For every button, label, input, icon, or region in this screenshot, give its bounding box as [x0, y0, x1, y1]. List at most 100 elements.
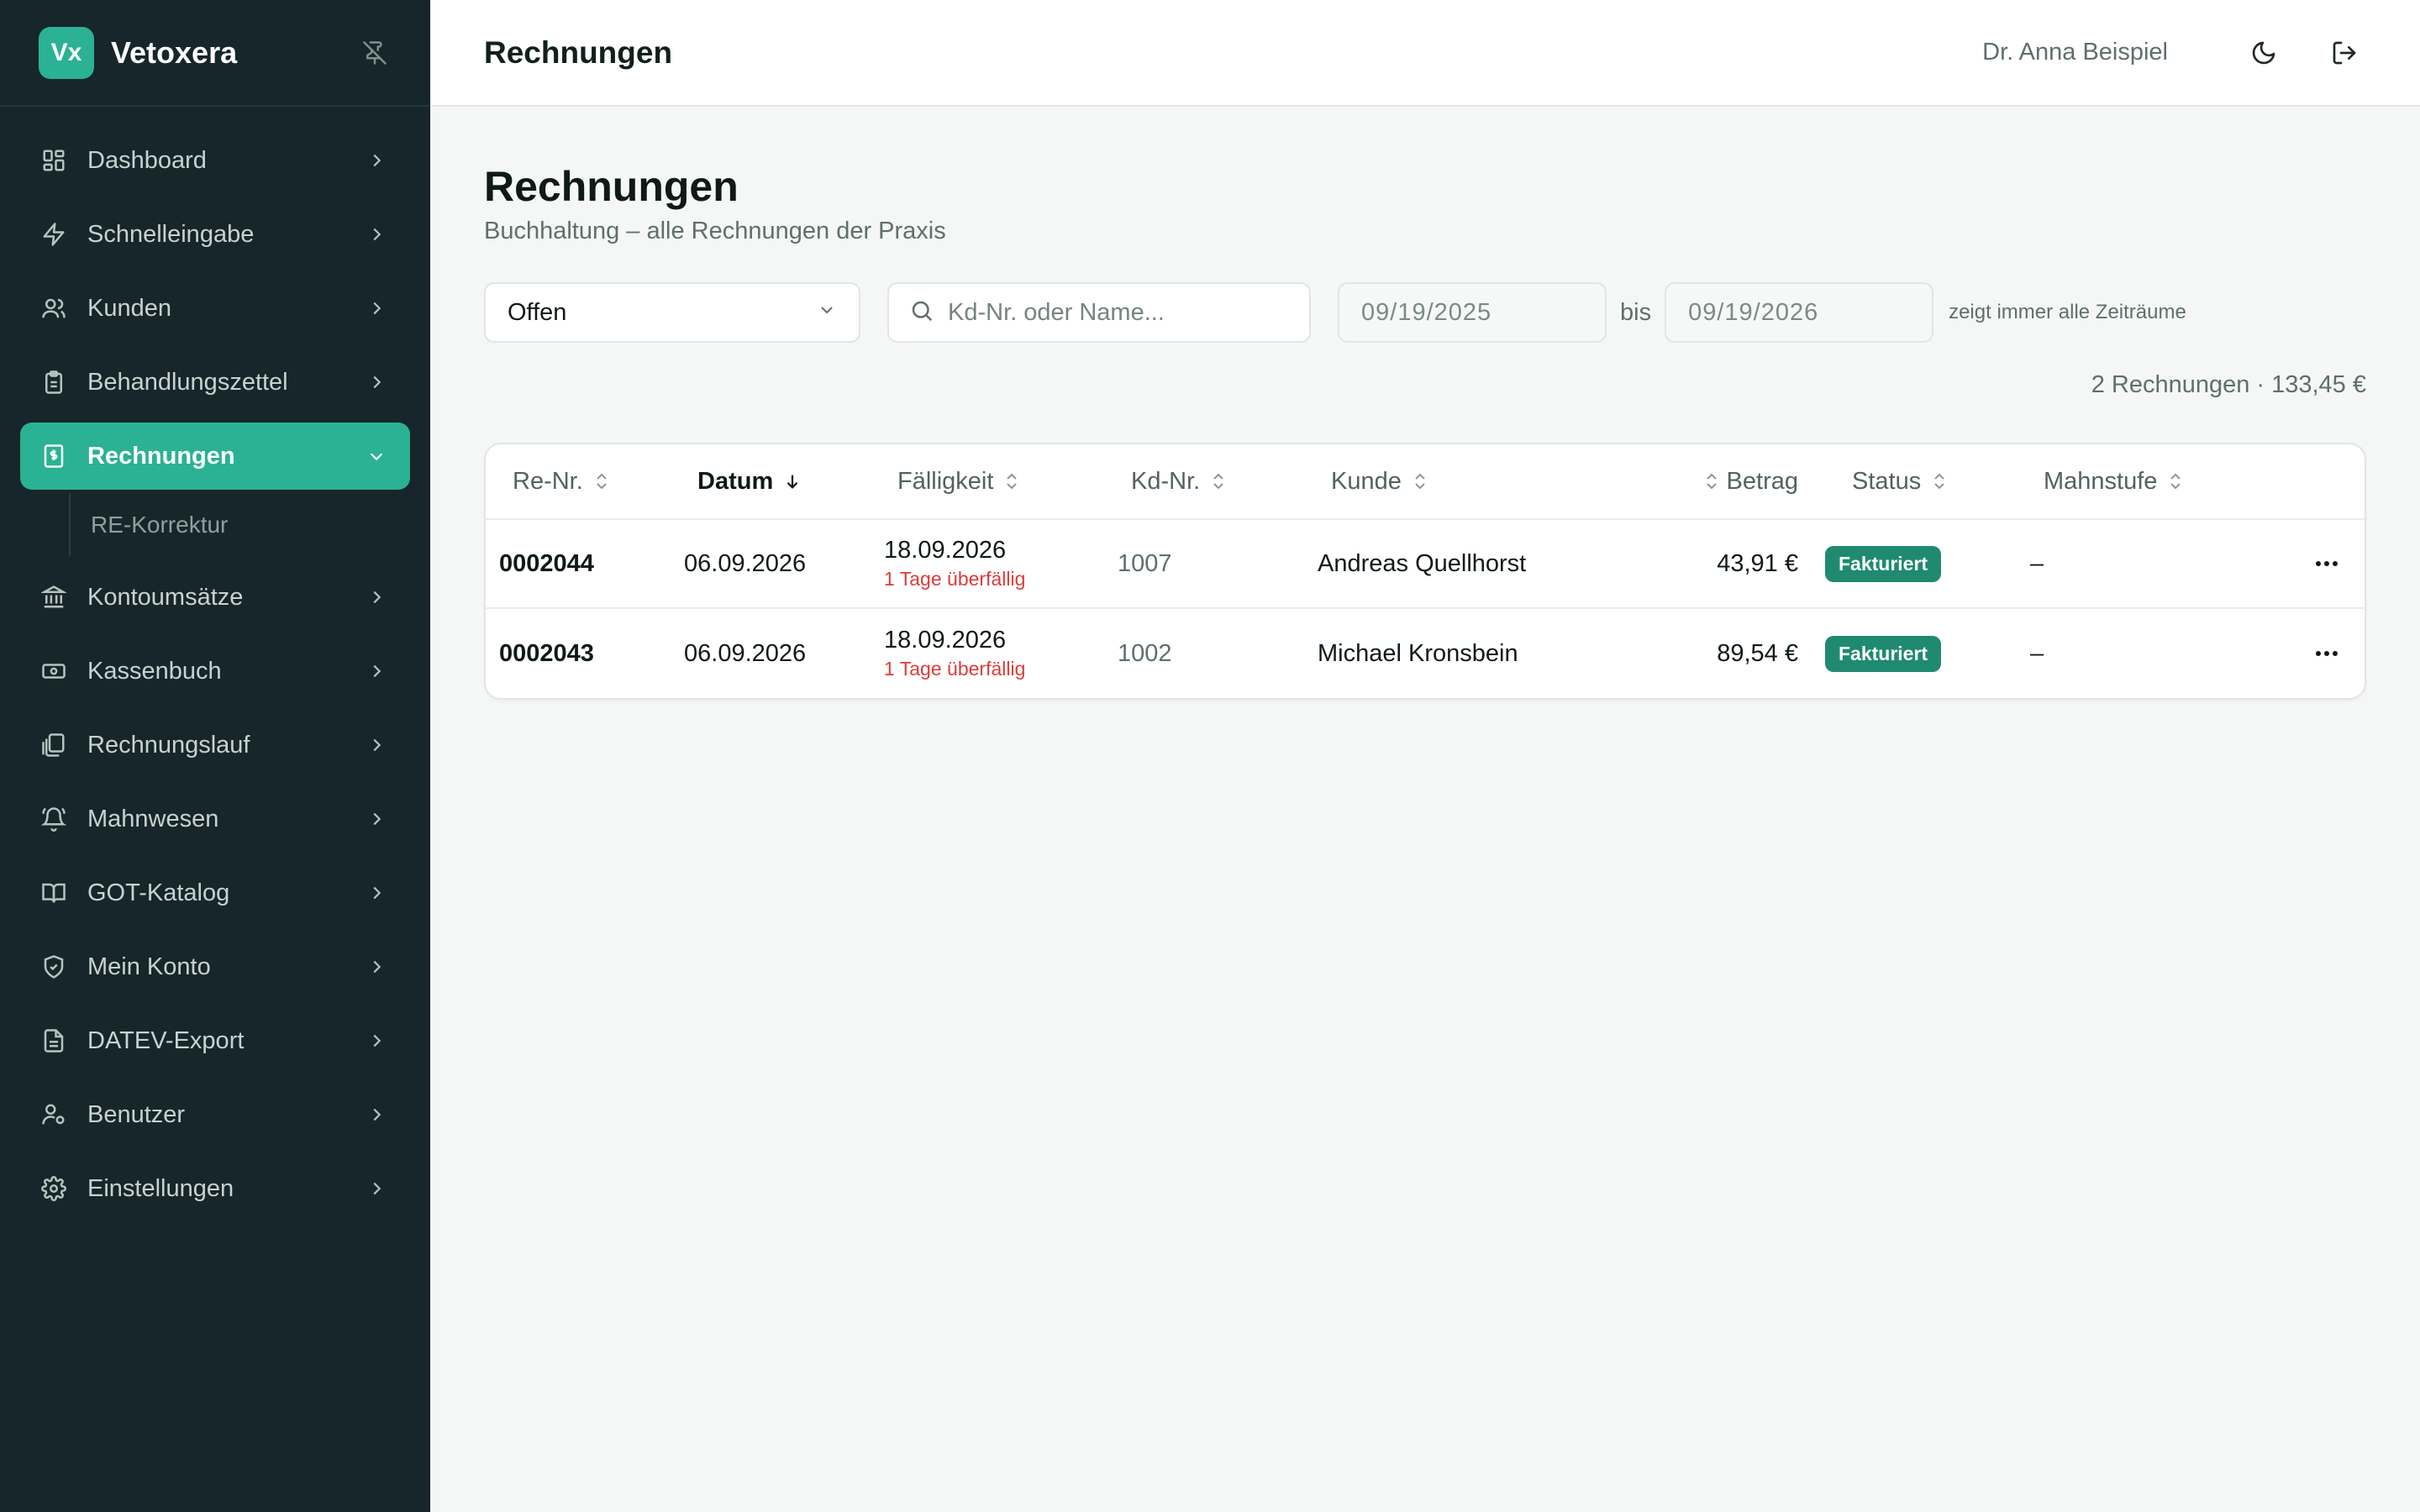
sort-icon — [1703, 471, 1720, 491]
gear-icon — [39, 1173, 69, 1204]
cell-status: Fakturiert — [1798, 635, 2025, 672]
sidebar: Vx Vetoxera Dashboard Schnelleingabe Kun… — [0, 0, 430, 1512]
cell-faelligkeit: 18.09.2026 1 Tage überfällig — [884, 537, 1118, 591]
chevron-down-icon — [817, 299, 837, 327]
sidebar-item-mahnwesen[interactable]: Mahnwesen — [20, 785, 410, 853]
sidebar-item-schnelleingabe[interactable]: Schnelleingabe — [20, 201, 410, 268]
column-label: Status — [1852, 467, 1922, 495]
search-field[interactable] — [887, 282, 1311, 343]
search-input[interactable] — [948, 298, 1289, 327]
user-gear-icon — [39, 1100, 69, 1130]
cell-re-nr: 0002043 — [499, 639, 594, 667]
column-header-faelligkeit[interactable]: Fälligkeit — [884, 468, 1118, 496]
more-horizontal-icon — [2316, 561, 2338, 566]
clipboard-icon — [39, 367, 69, 397]
brand-logo[interactable]: Vx — [39, 26, 94, 79]
date-range-hint: zeigt immer alle Zeiträume — [1949, 301, 2186, 323]
column-header-kd-nr[interactable]: Kd-Nr. — [1118, 468, 1318, 496]
sidebar-item-einstellungen[interactable]: Einstellungen — [20, 1155, 410, 1222]
row-actions-button[interactable] — [2289, 648, 2365, 659]
sidebar-item-kontoumsaetze[interactable]: Kontoumsätze — [20, 564, 410, 631]
file-icon — [39, 1026, 69, 1056]
column-header-re-nr[interactable]: Re-Nr. — [486, 468, 684, 496]
brand: Vx Vetoxera — [0, 0, 430, 107]
shield-icon — [39, 952, 69, 982]
table-header: Re-Nr. Datum Fälligkeit Kd-Nr. Kunde Bet… — [486, 444, 2365, 520]
table-row[interactable]: 0002044 06.09.2026 18.09.2026 1 Tage übe… — [486, 520, 2365, 609]
status-badge: Fakturiert — [1825, 635, 1942, 672]
more-horizontal-icon — [2316, 651, 2338, 656]
cell-mahnstufe: – — [2030, 549, 2044, 577]
column-header-mahnstufe[interactable]: Mahnstufe — [2025, 468, 2365, 496]
sidebar-item-label: Behandlungszettel — [87, 368, 288, 396]
column-header-status[interactable]: Status — [1798, 468, 2025, 496]
cash-icon — [39, 656, 69, 686]
column-label: Fälligkeit — [897, 467, 994, 495]
sidebar-item-rechnungslauf[interactable]: Rechnungslauf — [20, 711, 410, 779]
cell-betrag: 43,91 € — [1717, 549, 1798, 577]
chevron-right-icon — [365, 585, 388, 609]
cell-re-nr: 0002044 — [499, 549, 594, 577]
search-icon — [909, 298, 934, 328]
sidebar-item-label: Kontoumsätze — [87, 583, 244, 611]
sidebar-subitem-re-korrektur[interactable]: RE-Korrektur — [69, 493, 410, 557]
bell-icon — [39, 804, 69, 834]
sort-icon — [593, 471, 610, 491]
sidebar-item-label: Rechnungslauf — [87, 731, 250, 759]
invoice-table: Re-Nr. Datum Fälligkeit Kd-Nr. Kunde Bet… — [484, 443, 2366, 700]
sidebar-item-label: Mahnwesen — [87, 805, 219, 832]
sidebar-item-dashboard[interactable]: Dashboard — [20, 127, 410, 194]
column-header-kunde[interactable]: Kunde — [1318, 468, 1645, 496]
column-header-datum[interactable]: Datum — [684, 468, 884, 496]
chevron-right-icon — [365, 1177, 388, 1200]
chevron-right-icon — [365, 955, 388, 979]
cell-mahnstufe: – — [2030, 639, 2044, 667]
sort-icon — [1412, 471, 1428, 491]
date-range-separator: bis — [1620, 298, 1652, 326]
sidebar-nav: Dashboard Schnelleingabe Kunden Behandlu… — [0, 107, 430, 1222]
sidebar-item-datev-export[interactable]: DATEV-Export — [20, 1007, 410, 1074]
grid-icon — [39, 145, 69, 176]
sidebar-item-kassenbuch[interactable]: Kassenbuch — [20, 638, 410, 705]
user-name[interactable]: Dr. Anna Beispiel — [1982, 39, 2168, 66]
sidebar-item-label: Kunden — [87, 294, 171, 322]
chevron-right-icon — [365, 1103, 388, 1126]
cell-kd-nr[interactable]: 1007 — [1118, 550, 1318, 578]
main-content: Rechnungen Buchhaltung – alle Rechnungen… — [484, 107, 2366, 700]
bank-icon — [39, 582, 69, 612]
sort-icon — [1003, 471, 1020, 491]
chevron-right-icon — [365, 297, 388, 320]
page-subtitle: Buchhaltung – alle Rechnungen der Praxis — [484, 218, 946, 244]
sort-icon — [1210, 471, 1227, 491]
bolt-icon — [39, 219, 69, 249]
cell-kd-nr[interactable]: 1002 — [1118, 640, 1318, 668]
sidebar-item-benutzer[interactable]: Benutzer — [20, 1081, 410, 1148]
sort-icon — [2167, 471, 2184, 491]
column-header-betrag[interactable]: Betrag — [1645, 468, 1798, 496]
status-filter-select[interactable]: Offen — [484, 282, 860, 343]
sidebar-item-label: GOT-Katalog — [87, 879, 230, 906]
chevron-right-icon — [365, 223, 388, 246]
sidebar-item-label: Rechnungen — [87, 442, 235, 470]
date-to-input[interactable]: 09/19/2026 — [1665, 282, 1934, 343]
sidebar-item-kunden[interactable]: Kunden — [20, 275, 410, 342]
unpin-icon[interactable] — [358, 36, 392, 70]
topbar: Rechnungen Dr. Anna Beispiel — [430, 0, 2420, 107]
chevron-right-icon — [365, 881, 388, 905]
overdue-label: 1 Tage überfällig — [884, 568, 1026, 590]
cell-faelligkeit: 18.09.2026 1 Tage überfällig — [884, 627, 1118, 680]
status-badge: Fakturiert — [1825, 545, 1942, 582]
sidebar-item-rechnungen[interactable]: Rechnungen — [20, 423, 410, 490]
dark-mode-button[interactable] — [2242, 31, 2286, 75]
logout-button[interactable] — [2323, 31, 2366, 75]
sidebar-item-mein-konto[interactable]: Mein Konto — [20, 933, 410, 1000]
row-actions-button[interactable] — [2289, 559, 2365, 569]
sidebar-item-got-katalog[interactable]: GOT-Katalog — [20, 859, 410, 927]
users-icon — [39, 293, 69, 323]
invoice-icon — [39, 441, 69, 471]
date-from-input[interactable]: 09/19/2025 — [1338, 282, 1607, 343]
sidebar-item-label: Einstellungen — [87, 1174, 234, 1202]
sidebar-item-behandlungszettel[interactable]: Behandlungszettel — [20, 349, 410, 416]
table-row[interactable]: 0002043 06.09.2026 18.09.2026 1 Tage übe… — [486, 609, 2365, 698]
invoice-summary: 2 Rechnungen · 133,45 € — [2091, 371, 2366, 398]
